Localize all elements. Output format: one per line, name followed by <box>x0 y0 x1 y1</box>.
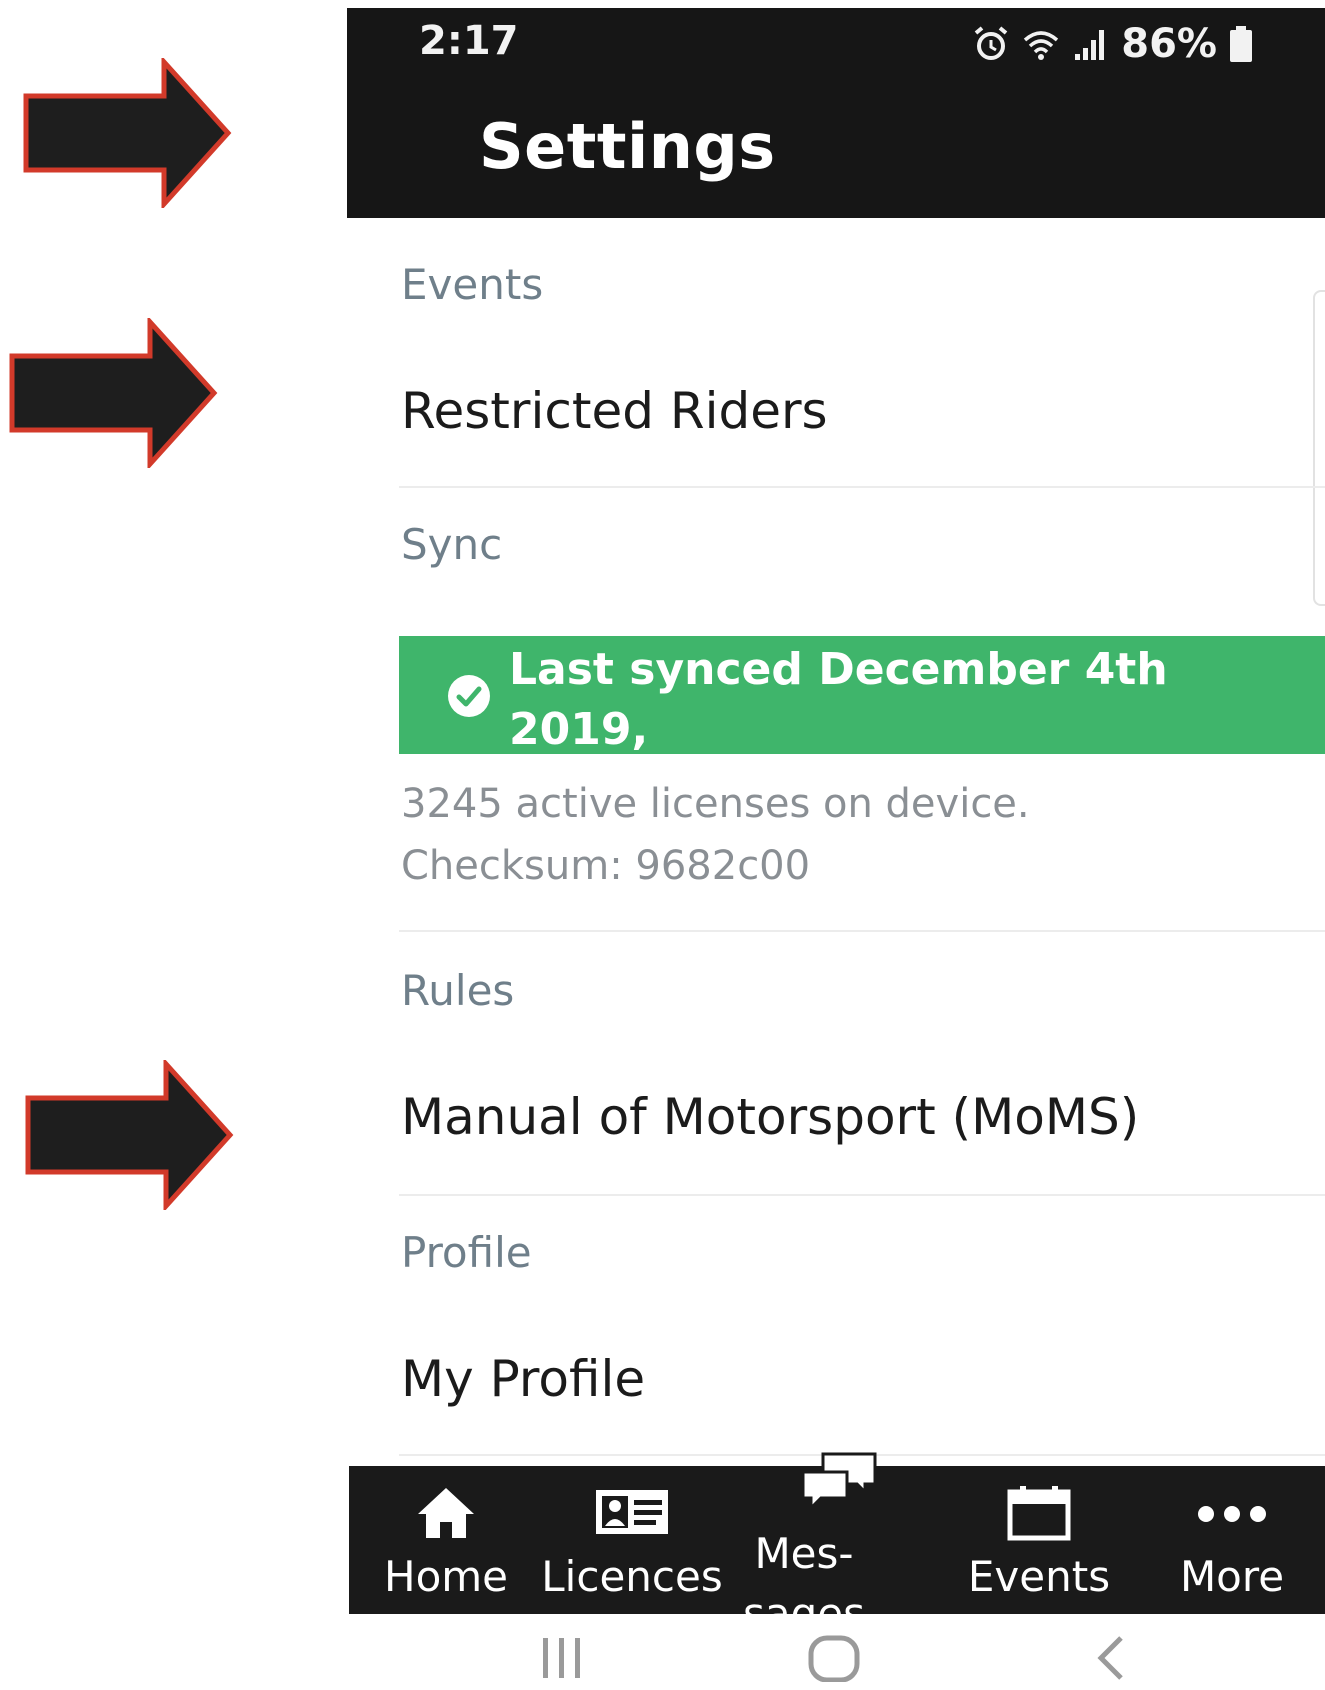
battery-percentage: 86% <box>1121 21 1217 67</box>
scroll-indicator[interactable] <box>1313 290 1325 606</box>
nav-events-label: Events <box>967 1552 1111 1601</box>
phone-screen: 2:17 86% Settings Events Restricted Ride… <box>347 8 1325 1690</box>
nav-more-label: More <box>1179 1552 1285 1601</box>
section-header-sync: Sync <box>401 520 503 569</box>
section-header-profile: Profile <box>401 1228 532 1277</box>
arrow-right-icon <box>23 58 232 208</box>
page-title: Settings <box>479 110 776 183</box>
system-nav-bar <box>347 1614 1325 1690</box>
app-bar: 2:17 86% Settings <box>347 8 1325 218</box>
screenshot-page: 2:17 86% Settings Events Restricted Ride… <box>0 0 1325 1690</box>
list-item-restricted-riders[interactable]: Restricted Riders <box>401 382 828 440</box>
list-item-my-profile[interactable]: My Profile <box>401 1350 645 1408</box>
recent-apps-icon[interactable] <box>537 1632 587 1682</box>
annotation-arrow-restricted-riders <box>8 318 218 468</box>
battery-icon <box>1230 26 1252 62</box>
divider <box>399 486 1325 488</box>
sync-status-line1: Last synced December 4th 2019, <box>509 644 1168 755</box>
active-licenses-text: 3245 active licenses on device. <box>401 781 1030 827</box>
nav-events[interactable]: Events <box>949 1466 1129 1614</box>
divider <box>399 1194 1325 1196</box>
arrow-right-icon <box>9 318 218 468</box>
checksum-text: Checksum: 9682c00 <box>401 843 811 889</box>
chat-bubbles-icon <box>801 1452 877 1512</box>
annotation-arrow-moms <box>24 1060 234 1210</box>
home-icon <box>418 1488 474 1538</box>
annotation-arrow-settings <box>22 58 232 208</box>
bottom-nav-bar: Home Licences Mes- sages Events More <box>349 1452 1325 1614</box>
wifi-icon <box>1024 31 1059 60</box>
arrow-right-icon <box>25 1060 234 1210</box>
id-card-icon <box>596 1490 668 1534</box>
section-header-events: Events <box>401 260 544 309</box>
back-chevron-icon[interactable] <box>1091 1632 1131 1682</box>
home-circle-icon[interactable] <box>807 1632 861 1682</box>
divider <box>399 930 1325 932</box>
nav-licences[interactable]: Licences <box>537 1466 727 1614</box>
calendar-icon <box>1007 1486 1071 1541</box>
sync-status-banner: Last synced December 4th 2019, 2:17:25 p… <box>399 636 1325 815</box>
nav-home[interactable]: Home <box>371 1466 521 1614</box>
list-item-moms[interactable]: Manual of Motorsport (MoMS) <box>401 1088 1139 1146</box>
status-icons: 86% <box>971 20 1255 68</box>
check-circle-icon <box>448 675 490 717</box>
alarm-icon <box>974 26 1008 60</box>
status-time: 2:17 <box>419 18 519 64</box>
nav-messages-label-line2: sages <box>742 1589 865 1614</box>
nav-more[interactable]: More <box>1157 1466 1307 1614</box>
nav-licences-label: Licences <box>541 1552 723 1601</box>
section-header-rules: Rules <box>401 966 515 1015</box>
sync-info: 3245 active licenses on device. Checksum… <box>401 773 1030 897</box>
signal-icon <box>1075 30 1105 60</box>
nav-messages-label-line1: Mes- <box>754 1529 854 1578</box>
more-dots-icon <box>1198 1506 1266 1522</box>
nav-home-label: Home <box>383 1552 509 1601</box>
nav-messages-label: Mes- sages <box>729 1524 879 1614</box>
